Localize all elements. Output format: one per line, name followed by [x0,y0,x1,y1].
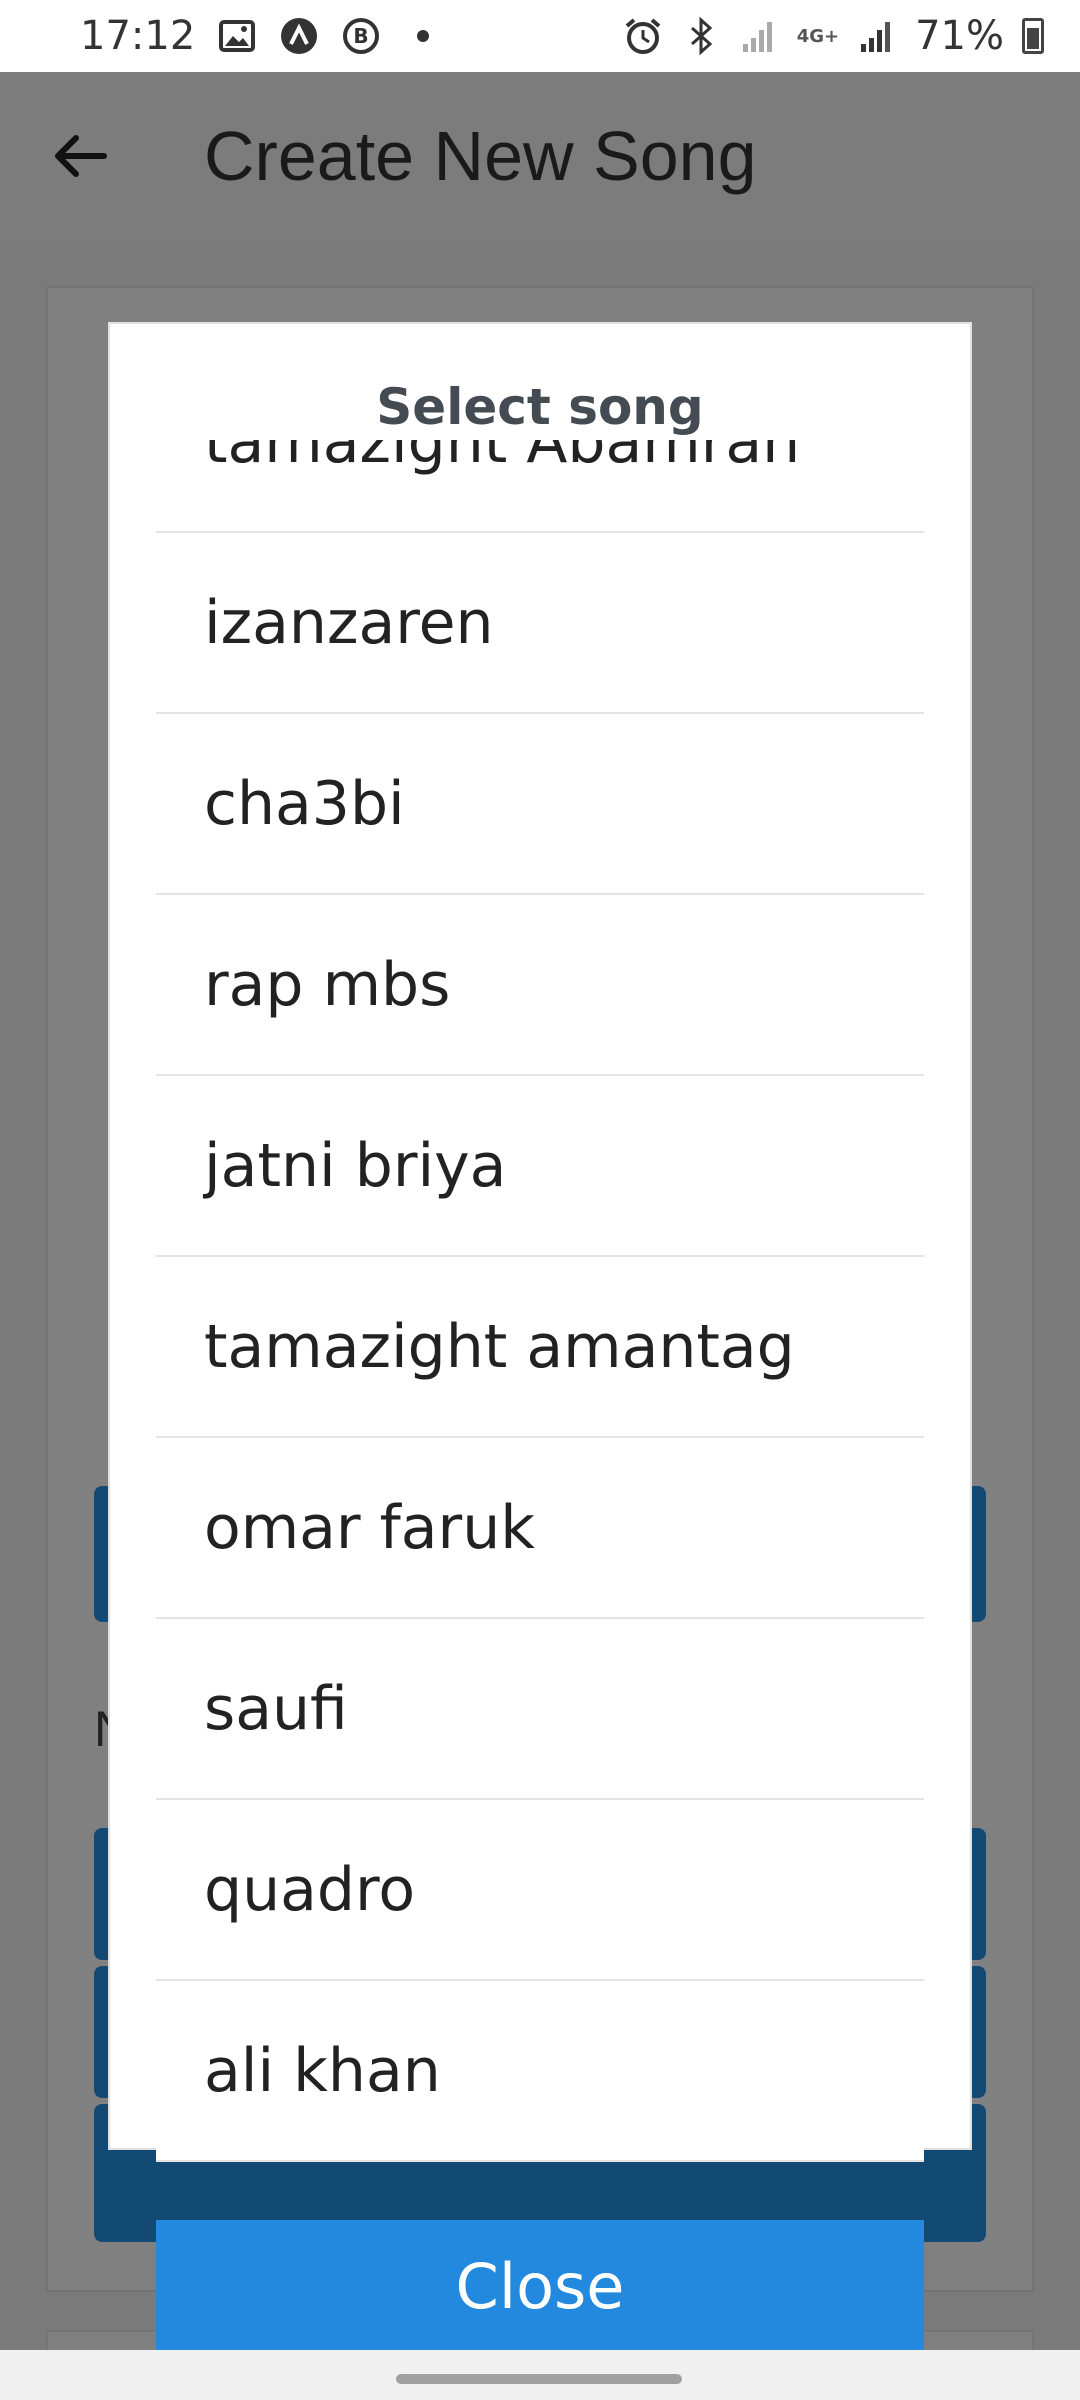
status-time: 17:12 [80,13,196,59]
song-item[interactable]: rap mbs [156,895,924,1076]
network-type: 4G+ [796,25,840,47]
song-item[interactable]: omar faruk [156,1438,924,1619]
bluetooth-icon [681,16,721,56]
dot-icon [403,16,443,56]
battery-percent: 71% [915,13,1004,59]
song-item[interactable]: izanzaren [156,533,924,714]
status-left: 17:12 B [80,13,443,59]
dialog-title-text: Select song [376,378,704,436]
song-item[interactable]: quadro [156,1800,924,1981]
song-list[interactable]: tamazight Abamran izanzaren cha3bi rap m… [156,440,924,2220]
home-gesture-handle[interactable] [396,2374,682,2384]
close-button[interactable]: Close [156,2220,924,2352]
app-notification-icon [279,16,319,56]
status-bar: 17:12 B 4G+ 71% [0,0,1080,72]
song-item[interactable]: tamazight amantag [156,1257,924,1438]
back-arrow-icon[interactable] [40,116,120,196]
battery-icon [1022,18,1044,54]
app-bar: Create New Song [0,72,1080,240]
song-item[interactable]: saufi [156,1619,924,1800]
song-item[interactable]: cha3bi [156,714,924,895]
song-list-inner: tamazight Abamran izanzaren cha3bi rap m… [156,440,924,2162]
song-item[interactable]: jatni briya [156,1076,924,1257]
b-notification-icon: B [341,16,381,56]
status-right: 4G+ 71% [623,13,1044,59]
gallery-icon [217,16,257,56]
dialog-header-area: Select song [110,324,970,440]
song-item[interactable]: ali khan [156,1981,924,2162]
signal-icon [739,16,779,56]
song-item[interactable]: tamazight Abamran [156,440,924,533]
alarm-icon [623,16,663,56]
page-title: Create New Song [204,117,757,195]
signal-icon-2 [857,16,897,56]
svg-text:B: B [354,24,369,48]
